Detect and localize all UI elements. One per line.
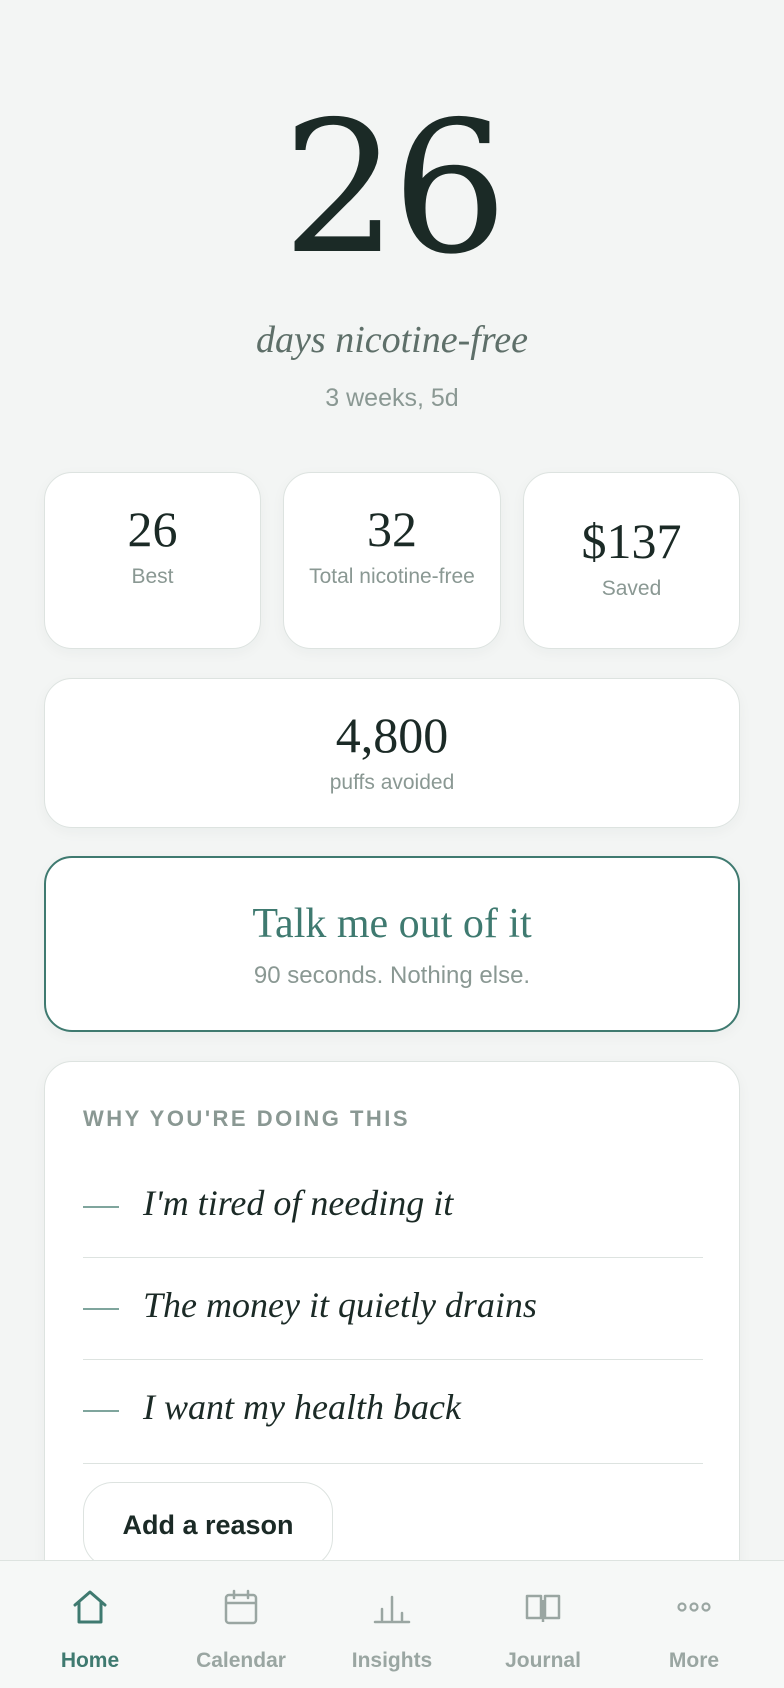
streak-days-count: 26: [282, 82, 508, 294]
streak-duration: 3 weeks, 5d: [325, 384, 459, 412]
calendar-icon: [224, 1589, 258, 1625]
tab-label: More: [668, 1649, 720, 1672]
reasons-heading: WHY YOU'RE DOING THIS: [83, 1106, 411, 1131]
reason-text: The money it quietly drains: [143, 1285, 537, 1325]
stat-label: Best: [131, 565, 174, 588]
talk-me-out-button[interactable]: Talk me out of it 90 seconds. Nothing el…: [44, 856, 740, 1032]
tab-more[interactable]: More: [616, 1561, 772, 1688]
talk-subtitle: 90 seconds. Nothing else.: [253, 962, 531, 989]
dash-icon: [83, 1410, 119, 1412]
puffs-label: puffs avoided: [329, 771, 455, 794]
journal-icon: [525, 1594, 561, 1622]
home-icon: [73, 1590, 107, 1624]
reason-item[interactable]: I want my health back: [83, 1360, 703, 1464]
stat-card-total: 32 Total nicotine-free: [283, 472, 501, 649]
stat-card-best: 26 Best: [44, 472, 261, 649]
tab-label: Journal: [505, 1649, 581, 1672]
tab-label: Insights: [351, 1649, 433, 1672]
add-reason-button[interactable]: Add a reason: [83, 1482, 333, 1568]
puffs-value: 4,800: [335, 707, 449, 763]
stat-value: 26: [127, 501, 178, 557]
stat-value: 32: [367, 501, 417, 557]
reason-text: I'm tired of needing it: [143, 1183, 454, 1223]
insights-icon: [373, 1595, 411, 1624]
reason-item[interactable]: I'm tired of needing it: [83, 1156, 703, 1258]
puffs-avoided-card: 4,800 puffs avoided: [44, 678, 740, 828]
tab-label: Home: [60, 1649, 120, 1672]
talk-title: Talk me out of it: [252, 901, 532, 947]
tab-label: Calendar: [196, 1649, 286, 1672]
reason-item[interactable]: The money it quietly drains: [83, 1258, 703, 1360]
stat-label: Total nicotine-free: [309, 565, 475, 588]
more-icon: [677, 1602, 711, 1612]
tab-home[interactable]: Home: [12, 1561, 168, 1688]
streak-subtitle: days nicotine-free: [256, 319, 528, 361]
stat-value: $137: [581, 513, 682, 569]
bottom-tab-bar: Home Calendar Insights Journal More: [0, 1560, 784, 1688]
stat-card-saved: $137 Saved: [523, 472, 740, 649]
tab-insights[interactable]: Insights: [314, 1561, 470, 1688]
stat-label: Saved: [601, 577, 662, 600]
home-screen: 26 days nicotine-free 3 weeks, 5d 26 Bes…: [0, 0, 784, 1688]
reason-text: I want my health back: [143, 1387, 461, 1427]
tab-calendar[interactable]: Calendar: [163, 1561, 319, 1688]
dash-icon: [83, 1206, 119, 1208]
tab-journal[interactable]: Journal: [465, 1561, 621, 1688]
dash-icon: [83, 1308, 119, 1310]
